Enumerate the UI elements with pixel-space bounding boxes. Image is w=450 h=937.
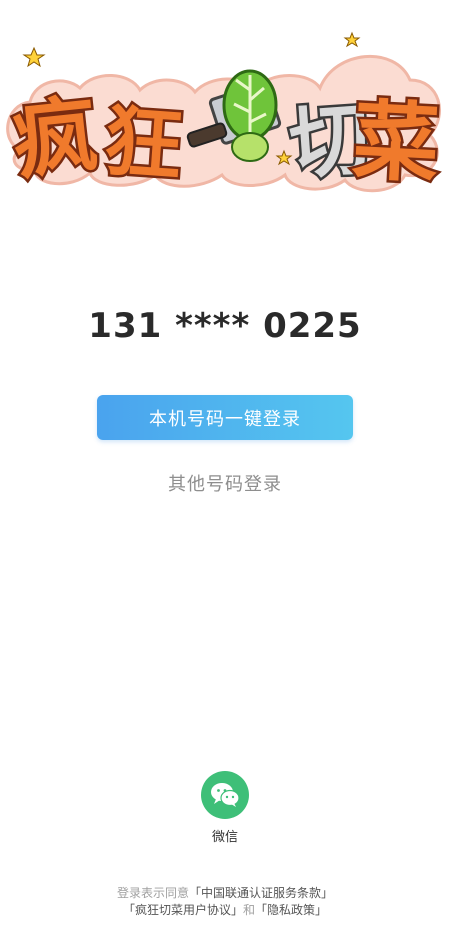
wechat-login-button[interactable]: 微信 xyxy=(199,771,251,845)
terms-agreement: 登录表示同意「中国联通认证服务条款」 「疯狂切菜用户协议」和「隐私政策」 xyxy=(0,885,450,919)
wechat-icon[interactable] xyxy=(201,771,249,819)
other-number-login-link[interactable]: 其他号码登录 xyxy=(0,470,450,496)
logo-char-4: 菜 xyxy=(350,91,441,195)
wechat-label: 微信 xyxy=(211,830,238,845)
star-icon xyxy=(22,46,46,68)
logo-char-2: 狂 xyxy=(101,97,185,192)
terms-prefix: 登录表示同意 xyxy=(116,886,189,900)
one-click-login-button[interactable]: 本机号码一键登录 xyxy=(97,395,353,440)
privacy-policy-link[interactable]: 「隐私政策」 xyxy=(255,903,327,917)
game-logo: 疯 狂 切 菜 xyxy=(0,30,450,200)
service-terms-link[interactable]: 「中国联通认证服务条款」 xyxy=(189,886,333,900)
logo-char-1: 疯 xyxy=(8,85,102,191)
masked-phone-number: 131 **** 0225 xyxy=(88,306,362,346)
terms-and: 和 xyxy=(242,903,255,917)
user-agreement-link[interactable]: 「疯狂切菜用户协议」 xyxy=(123,903,243,917)
star-icon xyxy=(343,31,361,48)
